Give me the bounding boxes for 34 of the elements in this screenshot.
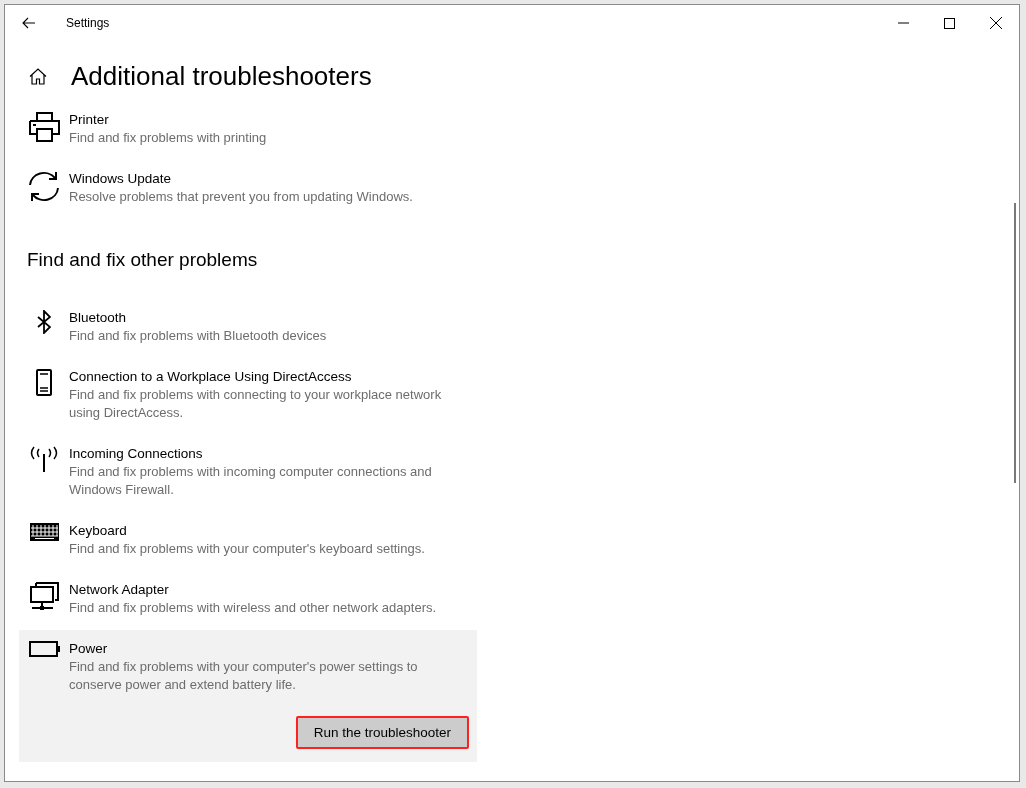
monitors-icon: [29, 582, 59, 611]
troubleshooter-title: Network Adapter: [69, 581, 170, 599]
troubleshooter-title: Incoming Connections: [69, 445, 204, 463]
keyboard-icon: [29, 523, 59, 541]
battery-icon: [28, 641, 60, 657]
bluetooth-icon: [37, 310, 51, 334]
troubleshooter-description: Find and fix problems with printing: [69, 129, 268, 147]
troubleshooter-title: Connection to a Workplace Using DirectAccess: [69, 368, 353, 386]
sync-icon: [28, 171, 60, 202]
troubleshooter-title: Keyboard: [69, 522, 128, 540]
troubleshooter-title: Bluetooth: [69, 309, 128, 327]
home-icon[interactable]: [29, 67, 47, 85]
troubleshooter-description: Find and fix problems with wireless and other network adapters.: [69, 599, 438, 617]
troubleshooter-item-background[interactable]: Power Find and fix problems with your computer's power settings to conserve power and extend battery life. Run the troubleshooter: [19, 630, 477, 762]
close-icon[interactable]: [990, 17, 1002, 29]
maximize-icon[interactable]: [944, 17, 955, 29]
printer-icon: [28, 112, 60, 142]
troubleshooter-title: Windows Update: [69, 170, 173, 188]
troubleshooter-description: Resolve problems that prevent you from updating Windows.: [69, 188, 414, 206]
troubleshooter-title: Power: [69, 640, 109, 658]
antenna-icon: [29, 446, 59, 472]
troubleshooter-title: Printer: [69, 111, 110, 129]
phone-icon: [36, 369, 52, 396]
troubleshooter-description: Find and fix problems with your computer's power settings to conserve power and extend battery life.: [69, 658, 419, 694]
section-heading: Find and fix other problems: [27, 249, 259, 271]
page-title: Additional troubleshooters: [71, 60, 372, 92]
troubleshooter-description: Find and fix problems with connecting to your workplace network using DirectAccess.: [69, 386, 443, 422]
back-arrow-icon[interactable]: [22, 17, 36, 29]
scrollbar-thumb[interactable]: [1014, 203, 1016, 483]
troubleshooter-description: Find and fix problems with Bluetooth devices: [69, 327, 328, 345]
run-troubleshooter-button[interactable]: Run the troubleshooter: [295, 716, 469, 749]
troubleshooter-description: Find and fix problems with your computer's keyboard settings.: [69, 540, 426, 558]
troubleshooter-description: Find and fix problems with incoming computer connections and Windows Firewall.: [69, 463, 433, 499]
window-title: Settings: [66, 16, 110, 30]
